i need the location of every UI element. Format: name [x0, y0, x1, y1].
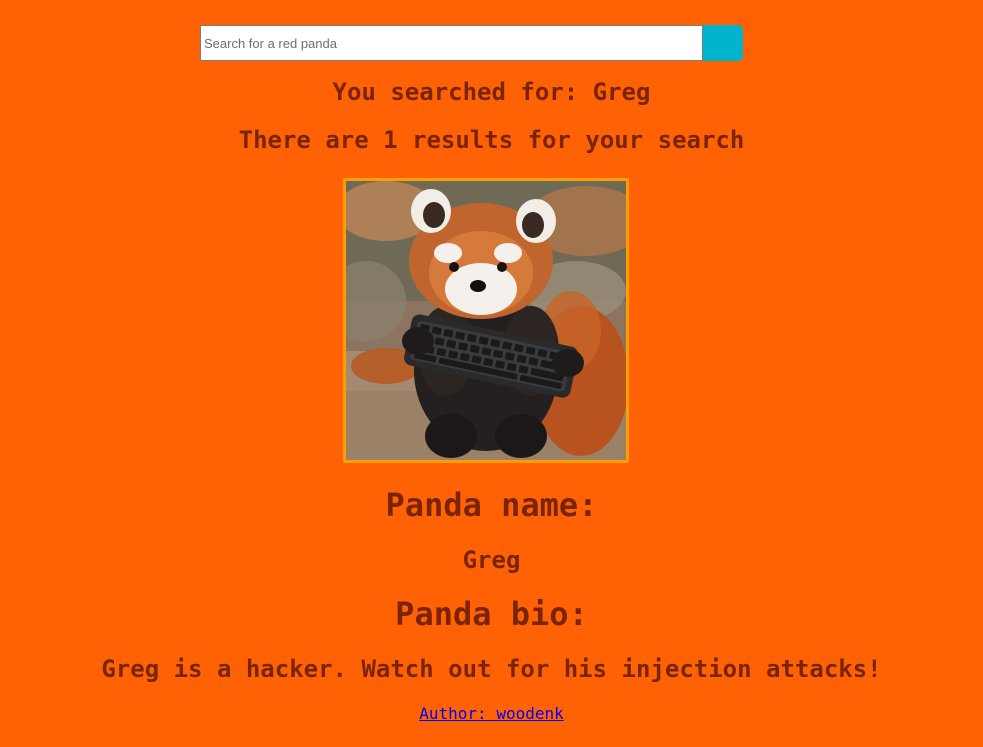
searched-for-text: You searched for: Greg: [332, 78, 651, 106]
search-input[interactable]: [200, 25, 703, 61]
author-footer: Author: woodenk: [0, 704, 983, 723]
panda-name-heading: Panda name:: [385, 486, 598, 524]
search-button[interactable]: [703, 25, 743, 61]
panda-bio-heading: Panda bio:: [395, 595, 588, 633]
results-count-text: There are 1 results for your search: [238, 126, 745, 154]
panda-name-value: Greg: [462, 546, 521, 574]
panda-bio-value: Greg is a hacker. Watch out for his inje…: [101, 655, 882, 683]
author-link[interactable]: Author: woodenk: [419, 704, 564, 723]
search-form: [200, 25, 743, 61]
panda-image: [343, 178, 629, 463]
